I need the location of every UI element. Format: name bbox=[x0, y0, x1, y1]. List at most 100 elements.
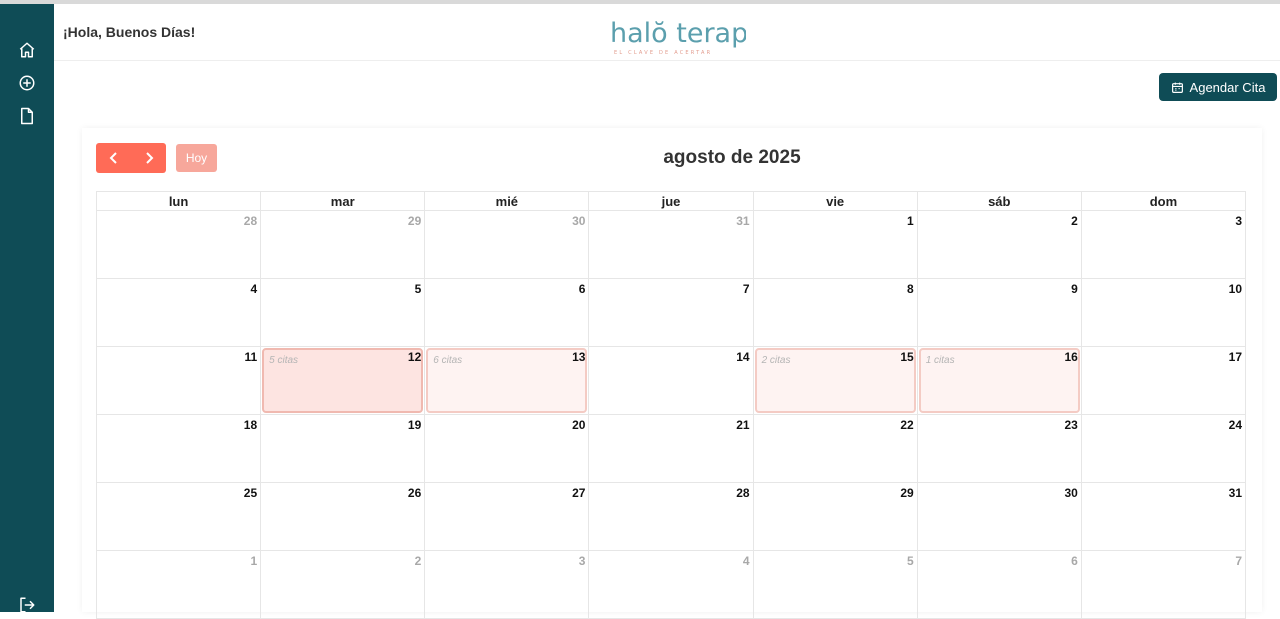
appointment-event[interactable]: 6 citas bbox=[426, 348, 588, 413]
calendar-day-cell[interactable]: 31 bbox=[588, 210, 754, 279]
day-number: 2 bbox=[414, 554, 422, 568]
calendar-day-cell[interactable]: 31 bbox=[1080, 482, 1247, 551]
day-number: 6 bbox=[578, 282, 586, 296]
day-number: 4 bbox=[742, 554, 750, 568]
day-number: 7 bbox=[742, 282, 750, 296]
calendar-day-cell[interactable]: 9 bbox=[916, 278, 1082, 347]
calendar-icon bbox=[1171, 82, 1183, 93]
calendar-day-cell[interactable]: 6 citas 13 bbox=[424, 346, 590, 415]
calendar-day-cell[interactable]: 5 bbox=[260, 278, 426, 347]
calendar-day-cell[interactable]: 5 bbox=[752, 550, 918, 619]
calendar-day-cell[interactable]: 4 bbox=[95, 278, 262, 347]
calendar-day-cell[interactable]: 30 bbox=[424, 210, 590, 279]
calendar-day-cell[interactable]: 2 bbox=[916, 210, 1082, 279]
calendar-day-cell[interactable]: 28 bbox=[588, 482, 754, 551]
day-number: 31 bbox=[1228, 486, 1242, 500]
chevron-right-icon bbox=[145, 152, 153, 164]
calendar-day-cell[interactable]: 4 bbox=[588, 550, 754, 619]
day-number: 30 bbox=[572, 214, 586, 228]
day-number: 11 bbox=[244, 350, 258, 364]
day-number: 24 bbox=[1228, 418, 1242, 432]
document-icon[interactable] bbox=[15, 104, 39, 128]
day-number: 12 bbox=[407, 350, 422, 364]
calendar-day-cell[interactable]: 6 bbox=[916, 550, 1082, 619]
calendar-day-cell[interactable]: 11 bbox=[95, 346, 262, 415]
home-icon[interactable] bbox=[15, 38, 39, 62]
calendar-week-row: 28 29 30 31 1 2 3 bbox=[95, 210, 1247, 279]
next-month-button[interactable] bbox=[131, 143, 166, 173]
weekday-header: lun bbox=[95, 191, 262, 211]
calendar-week-row: 1 2 3 4 5 6 7 bbox=[95, 550, 1247, 619]
calendar-week-row: 11 5 citas 12 6 citas 13 14 2 citas 15 1 citas 16… bbox=[95, 346, 1247, 415]
day-number: 9 bbox=[1071, 282, 1078, 296]
calendar-day-cell[interactable]: 27 bbox=[424, 482, 590, 551]
calendar-day-cell[interactable]: 1 bbox=[752, 210, 918, 279]
calendar-week-row: 4 5 6 7 8 9 10 bbox=[95, 278, 1247, 347]
calendar-day-cell[interactable]: 21 bbox=[588, 414, 754, 483]
calendar-day-cell[interactable]: 18 bbox=[95, 414, 262, 483]
calendar-nav-group bbox=[96, 143, 166, 173]
calendar-day-cell[interactable]: 7 bbox=[588, 278, 754, 347]
appointment-count-label: 5 citas bbox=[269, 355, 299, 366]
day-number: 2 bbox=[1071, 214, 1078, 228]
calendar-week-row: 25 26 27 28 29 30 31 bbox=[95, 482, 1247, 551]
calendar-day-cell[interactable]: 8 bbox=[752, 278, 918, 347]
halo-terapia-logo: halŏ terapia EL CLAVE DE ACERTAR bbox=[610, 18, 746, 56]
day-number: 1 bbox=[907, 214, 914, 228]
calendar-day-cell[interactable]: 6 bbox=[424, 278, 590, 347]
day-number: 13 bbox=[572, 350, 586, 364]
agendar-cita-button[interactable]: Agendar Cita bbox=[1159, 73, 1277, 101]
weekday-header-row: lun mar mié jue vie sáb dom bbox=[95, 191, 1247, 211]
calendar-day-cell[interactable]: 23 bbox=[916, 414, 1082, 483]
top-header: ¡Hola, Buenos Días! halŏ terapia EL CLAV… bbox=[54, 4, 1280, 61]
calendar-day-cell[interactable]: 14 bbox=[588, 346, 754, 415]
calendar-day-cell[interactable]: 10 bbox=[1080, 278, 1247, 347]
day-number: 26 bbox=[407, 486, 422, 500]
day-number: 7 bbox=[1235, 554, 1242, 568]
calendar-day-cell[interactable]: 25 bbox=[95, 482, 262, 551]
calendar-day-cell[interactable]: 20 bbox=[424, 414, 590, 483]
prev-month-button[interactable] bbox=[96, 143, 131, 173]
calendar-day-cell[interactable]: 26 bbox=[260, 482, 426, 551]
calendar-day-cell[interactable]: 17 bbox=[1080, 346, 1247, 415]
calendar-day-cell[interactable]: 2 citas 15 bbox=[752, 346, 918, 415]
logout-icon[interactable] bbox=[15, 593, 39, 617]
calendar-day-cell[interactable]: 29 bbox=[260, 210, 426, 279]
day-number: 10 bbox=[1228, 282, 1242, 296]
calendar-day-cell[interactable]: 28 bbox=[95, 210, 262, 279]
calendar-day-cell[interactable]: 19 bbox=[260, 414, 426, 483]
calendar-day-cell[interactable]: 30 bbox=[916, 482, 1082, 551]
day-number: 22 bbox=[900, 418, 914, 432]
calendar-day-cell[interactable]: 2 bbox=[260, 550, 426, 619]
calendar-day-cell[interactable]: 1 citas 16 bbox=[916, 346, 1082, 415]
calendar-day-cell[interactable]: 29 bbox=[752, 482, 918, 551]
appointment-event[interactable]: 1 citas bbox=[918, 348, 1080, 413]
day-number: 1 bbox=[250, 554, 258, 568]
appointment-event[interactable]: 5 citas bbox=[262, 348, 424, 413]
calendar-day-cell[interactable]: 1 bbox=[95, 550, 262, 619]
calendar-day-cell[interactable]: 24 bbox=[1080, 414, 1247, 483]
day-number: 14 bbox=[736, 350, 750, 364]
day-number: 18 bbox=[243, 418, 258, 432]
day-number: 6 bbox=[1071, 554, 1078, 568]
day-number: 17 bbox=[1228, 350, 1242, 364]
today-button[interactable]: Hoy bbox=[176, 144, 217, 172]
plus-circle-icon[interactable] bbox=[15, 71, 39, 95]
day-number: 28 bbox=[243, 214, 258, 228]
weekday-header: mar bbox=[260, 191, 426, 211]
weekday-header: jue bbox=[588, 191, 754, 211]
agendar-cita-label: Agendar Cita bbox=[1189, 79, 1266, 95]
greeting-text: ¡Hola, Buenos Días! bbox=[63, 24, 196, 40]
calendar-day-cell[interactable]: 3 bbox=[1080, 210, 1247, 279]
appointment-event[interactable]: 2 citas bbox=[754, 348, 916, 413]
calendar-day-cell[interactable]: 3 bbox=[424, 550, 590, 619]
day-number: 25 bbox=[243, 486, 258, 500]
day-number: 20 bbox=[572, 418, 586, 432]
calendar-grid: lun mar mié jue vie sáb dom 28 29 30 31 1 2 3 4… bbox=[95, 191, 1247, 619]
calendar-day-cell[interactable]: 7 bbox=[1080, 550, 1247, 619]
day-number: 15 bbox=[900, 350, 914, 364]
day-number: 3 bbox=[578, 554, 586, 568]
weekday-header: dom bbox=[1080, 191, 1247, 211]
calendar-day-cell[interactable]: 5 citas 12 bbox=[260, 346, 426, 415]
calendar-day-cell[interactable]: 22 bbox=[752, 414, 918, 483]
